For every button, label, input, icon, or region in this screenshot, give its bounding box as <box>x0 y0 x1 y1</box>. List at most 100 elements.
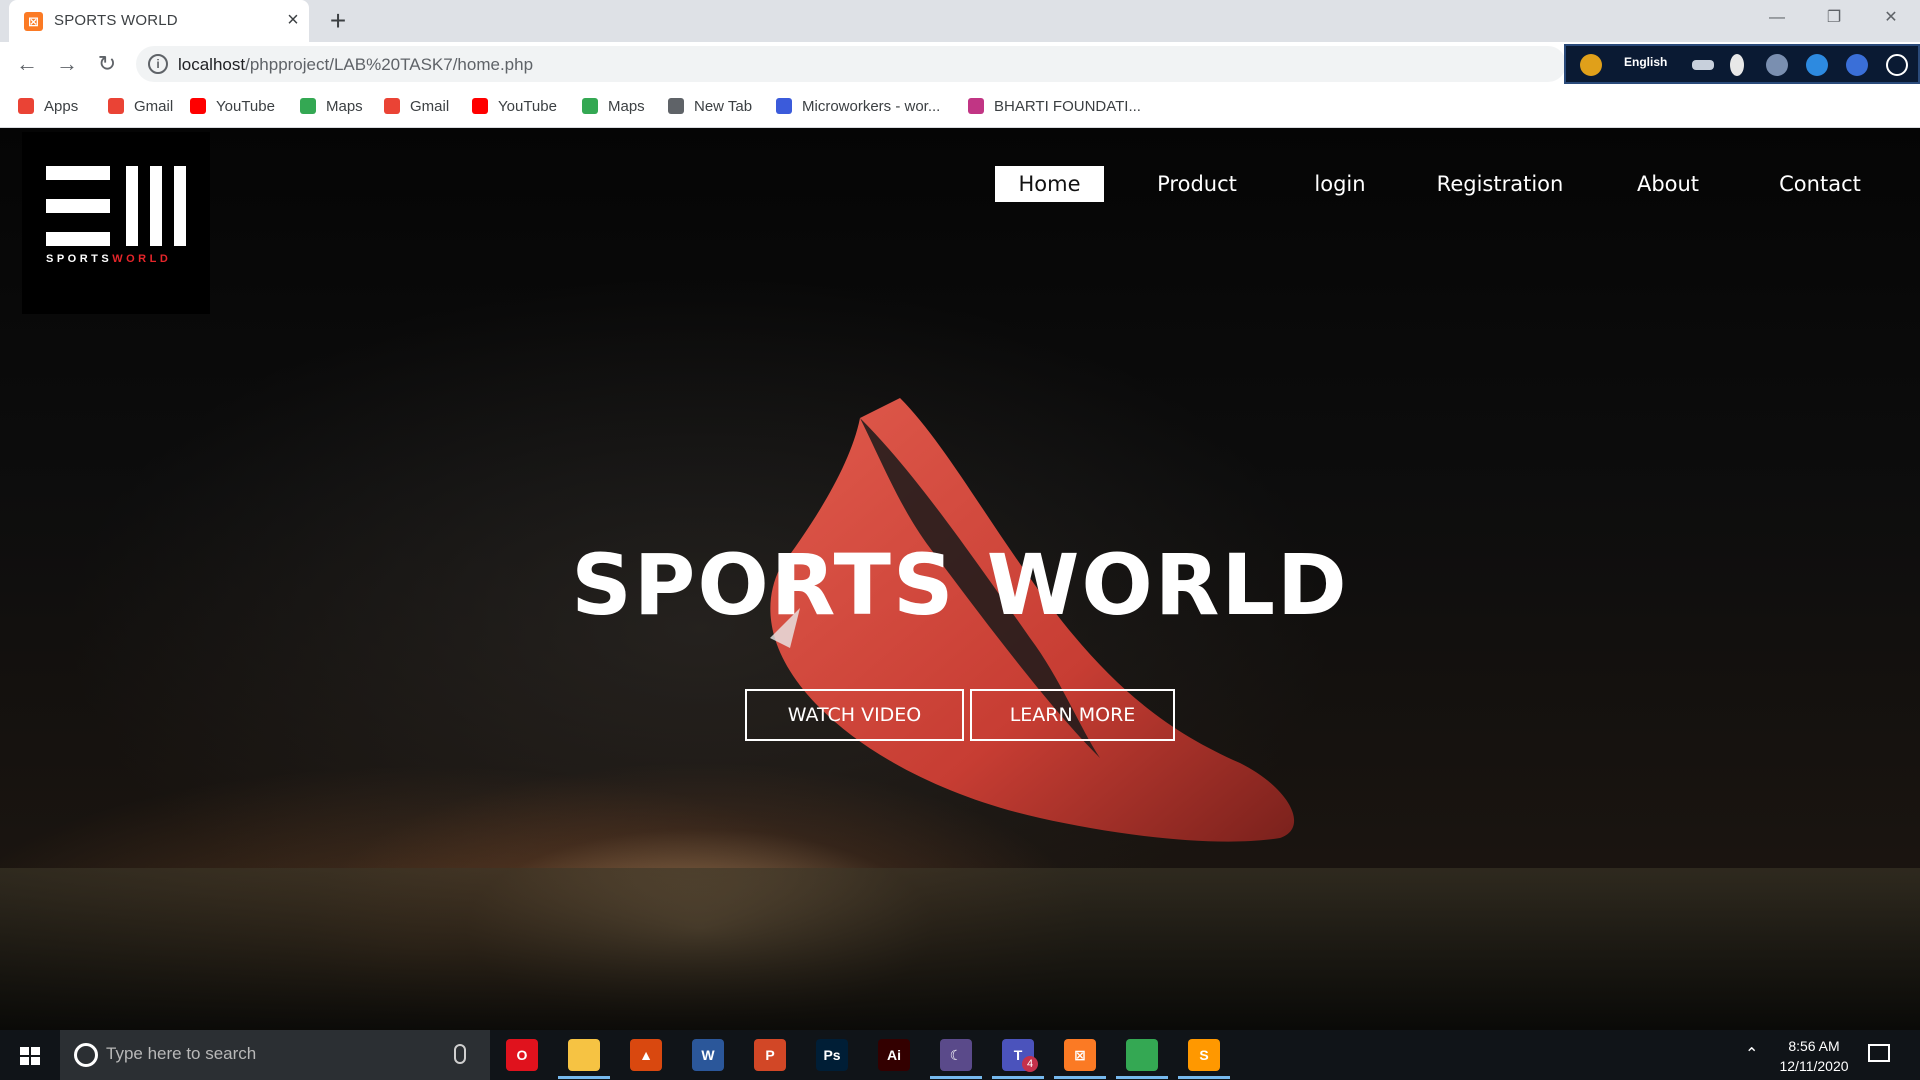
nav-login[interactable]: login <box>1300 166 1380 202</box>
tray-chevron-up-icon[interactable]: ⌃ <box>1745 1044 1758 1064</box>
eclipse-icon[interactable]: ☾ <box>940 1039 972 1071</box>
nav-product[interactable]: Product <box>1144 166 1250 202</box>
bookmark-label: Maps <box>326 98 363 115</box>
bookmark-gmail[interactable]: Gmail <box>108 98 173 118</box>
bookmark-apps[interactable]: Apps <box>18 98 78 118</box>
bookmark-youtube[interactable]: YouTube <box>472 98 557 118</box>
photoshop-icon[interactable]: Ps <box>816 1039 848 1071</box>
windows-start-icon[interactable] <box>0 1030 60 1080</box>
xampp-icon[interactable]: ⊠ <box>1064 1039 1096 1071</box>
extension-language[interactable]: English <box>1624 55 1667 69</box>
illustrator-icon[interactable]: Ai <box>878 1039 910 1071</box>
nav-home[interactable]: Home <box>995 166 1104 202</box>
hero-title: SPORTS WORLD <box>571 536 1349 634</box>
bookmark-label: Apps <box>44 98 79 115</box>
gmail-icon <box>108 98 124 114</box>
football-boot-image <box>770 398 1295 842</box>
tab-title: SPORTS WORLD <box>54 12 178 29</box>
info-icon[interactable]: i <box>148 54 168 74</box>
minimize-icon[interactable]: — <box>1748 0 1806 36</box>
help-icon[interactable] <box>1846 54 1868 76</box>
bookmark-new-tab[interactable]: New Tab <box>668 98 752 118</box>
language-extension-bar: English <box>1564 44 1920 84</box>
file-explorer-icon[interactable] <box>568 1039 600 1071</box>
xampp-favicon-icon: ⊠ <box>24 12 43 31</box>
logo-text: SPORTSWORLD <box>46 253 171 265</box>
search-placeholder: Type here to search <box>106 1044 257 1063</box>
forward-arrow-icon[interactable]: → <box>52 49 82 79</box>
teams-badge: 4 <box>1022 1056 1038 1072</box>
youtube-icon <box>472 98 488 114</box>
restore-icon[interactable]: ❐ <box>1805 0 1863 36</box>
apps-grid-icon <box>18 98 34 114</box>
matlab-icon[interactable]: ▲ <box>630 1039 662 1071</box>
address-bar[interactable]: i localhost/phpproject/LAB%20TASK7/home.… <box>136 46 1566 82</box>
sublime-icon[interactable]: S <box>1188 1039 1220 1071</box>
app-running-indicator <box>930 1076 982 1079</box>
bookmark-label: YouTube <box>216 98 275 115</box>
logo-word-sports: SPORTS <box>46 253 113 265</box>
bookmark-label: Microworkers - wor... <box>802 98 941 115</box>
microworkers-icon <box>776 98 792 114</box>
opera-icon[interactable]: O <box>506 1039 538 1071</box>
word-icon[interactable]: W <box>692 1039 724 1071</box>
app-running-indicator <box>1054 1076 1106 1079</box>
bookmark-microworkers-wor[interactable]: Microworkers - wor... <box>776 98 940 118</box>
main-nav: Home Product login Registration About Co… <box>0 166 1920 206</box>
maps-icon <box>300 98 316 114</box>
browser-tab[interactable]: ⊠ SPORTS WORLD × <box>9 0 309 42</box>
bookmark-label: Gmail <box>410 98 450 115</box>
hero-section: SPORTSWORLD Home Product login Registrat… <box>0 128 1920 1030</box>
reload-icon[interactable]: ↻ <box>92 49 122 79</box>
power-icon[interactable] <box>1886 54 1908 76</box>
url-text[interactable]: localhost/phpproject/LAB%20TASK7/home.ph… <box>178 55 533 75</box>
new-tab-button[interactable]: + <box>323 6 353 36</box>
settings-gear-icon[interactable] <box>1766 54 1788 76</box>
chrome-icon[interactable] <box>1126 1039 1158 1071</box>
app-running-indicator <box>558 1076 610 1079</box>
bookmarks-bar: Apps Gmail YouTube Maps Gmail YouTube Maps New … <box>0 86 1920 128</box>
tool-icon[interactable] <box>1730 54 1744 76</box>
close-window-icon[interactable]: ✕ <box>1862 0 1920 36</box>
microphone-icon[interactable] <box>454 1044 466 1064</box>
bookmark-maps[interactable]: Maps <box>300 98 363 118</box>
clock-time: 8:56 AM <box>1788 1038 1840 1054</box>
powerpoint-icon[interactable]: P <box>754 1039 786 1071</box>
nav-registration[interactable]: Registration <box>1430 166 1570 202</box>
taskbar-search-box[interactable]: Type here to search <box>60 1030 490 1080</box>
maps-icon <box>582 98 598 114</box>
sports-world-logo[interactable]: SPORTSWORLD <box>22 132 210 314</box>
url-path: /phpproject/LAB%20TASK7/home.php <box>245 55 534 74</box>
globe-icon <box>668 98 684 114</box>
watch-video-button[interactable]: WATCH VIDEO <box>745 689 964 741</box>
url-host: localhost <box>178 55 246 74</box>
bookmark-bharti-foundati[interactable]: BHARTI FOUNDATI... <box>968 98 1141 118</box>
app-running-indicator <box>1116 1076 1168 1079</box>
bookmark-label: YouTube <box>498 98 557 115</box>
nav-contact[interactable]: Contact <box>1768 166 1872 202</box>
bookmark-gmail[interactable]: Gmail <box>384 98 449 118</box>
instagram-icon <box>968 98 984 114</box>
bookmark-maps[interactable]: Maps <box>582 98 645 118</box>
bookmark-youtube[interactable]: YouTube <box>190 98 275 118</box>
app-running-indicator <box>1178 1076 1230 1079</box>
back-arrow-icon[interactable]: ← <box>12 49 42 79</box>
bookmark-label: New Tab <box>694 98 753 115</box>
bookmark-label: Maps <box>608 98 645 115</box>
gmail-icon <box>384 98 400 114</box>
bookmark-label: Gmail <box>134 98 174 115</box>
action-center-icon[interactable] <box>1868 1044 1890 1062</box>
cortana-icon[interactable] <box>74 1043 98 1067</box>
lang-logo-icon[interactable] <box>1580 54 1602 76</box>
ie-icon[interactable] <box>1806 54 1828 76</box>
learn-more-button[interactable]: LEARN MORE <box>970 689 1175 741</box>
tab-close-icon[interactable]: × <box>282 9 304 31</box>
clock-date: 12/11/2020 <box>1779 1058 1849 1074</box>
windows-taskbar: Type here to search O ▲ W P Ps Ai ☾ T 4 ⊠ S ⌃ 8:56… <box>0 1030 1920 1080</box>
taskbar-clock[interactable]: 8:56 AM 12/11/2020 <box>1764 1036 1864 1076</box>
youtube-icon <box>190 98 206 114</box>
nav-about[interactable]: About <box>1626 166 1710 202</box>
bookmark-label: BHARTI FOUNDATI... <box>994 98 1141 115</box>
browser-titlebar: ⊠ SPORTS WORLD × + — ❐ ✕ <box>0 0 1920 42</box>
keyboard-icon[interactable] <box>1692 60 1714 70</box>
